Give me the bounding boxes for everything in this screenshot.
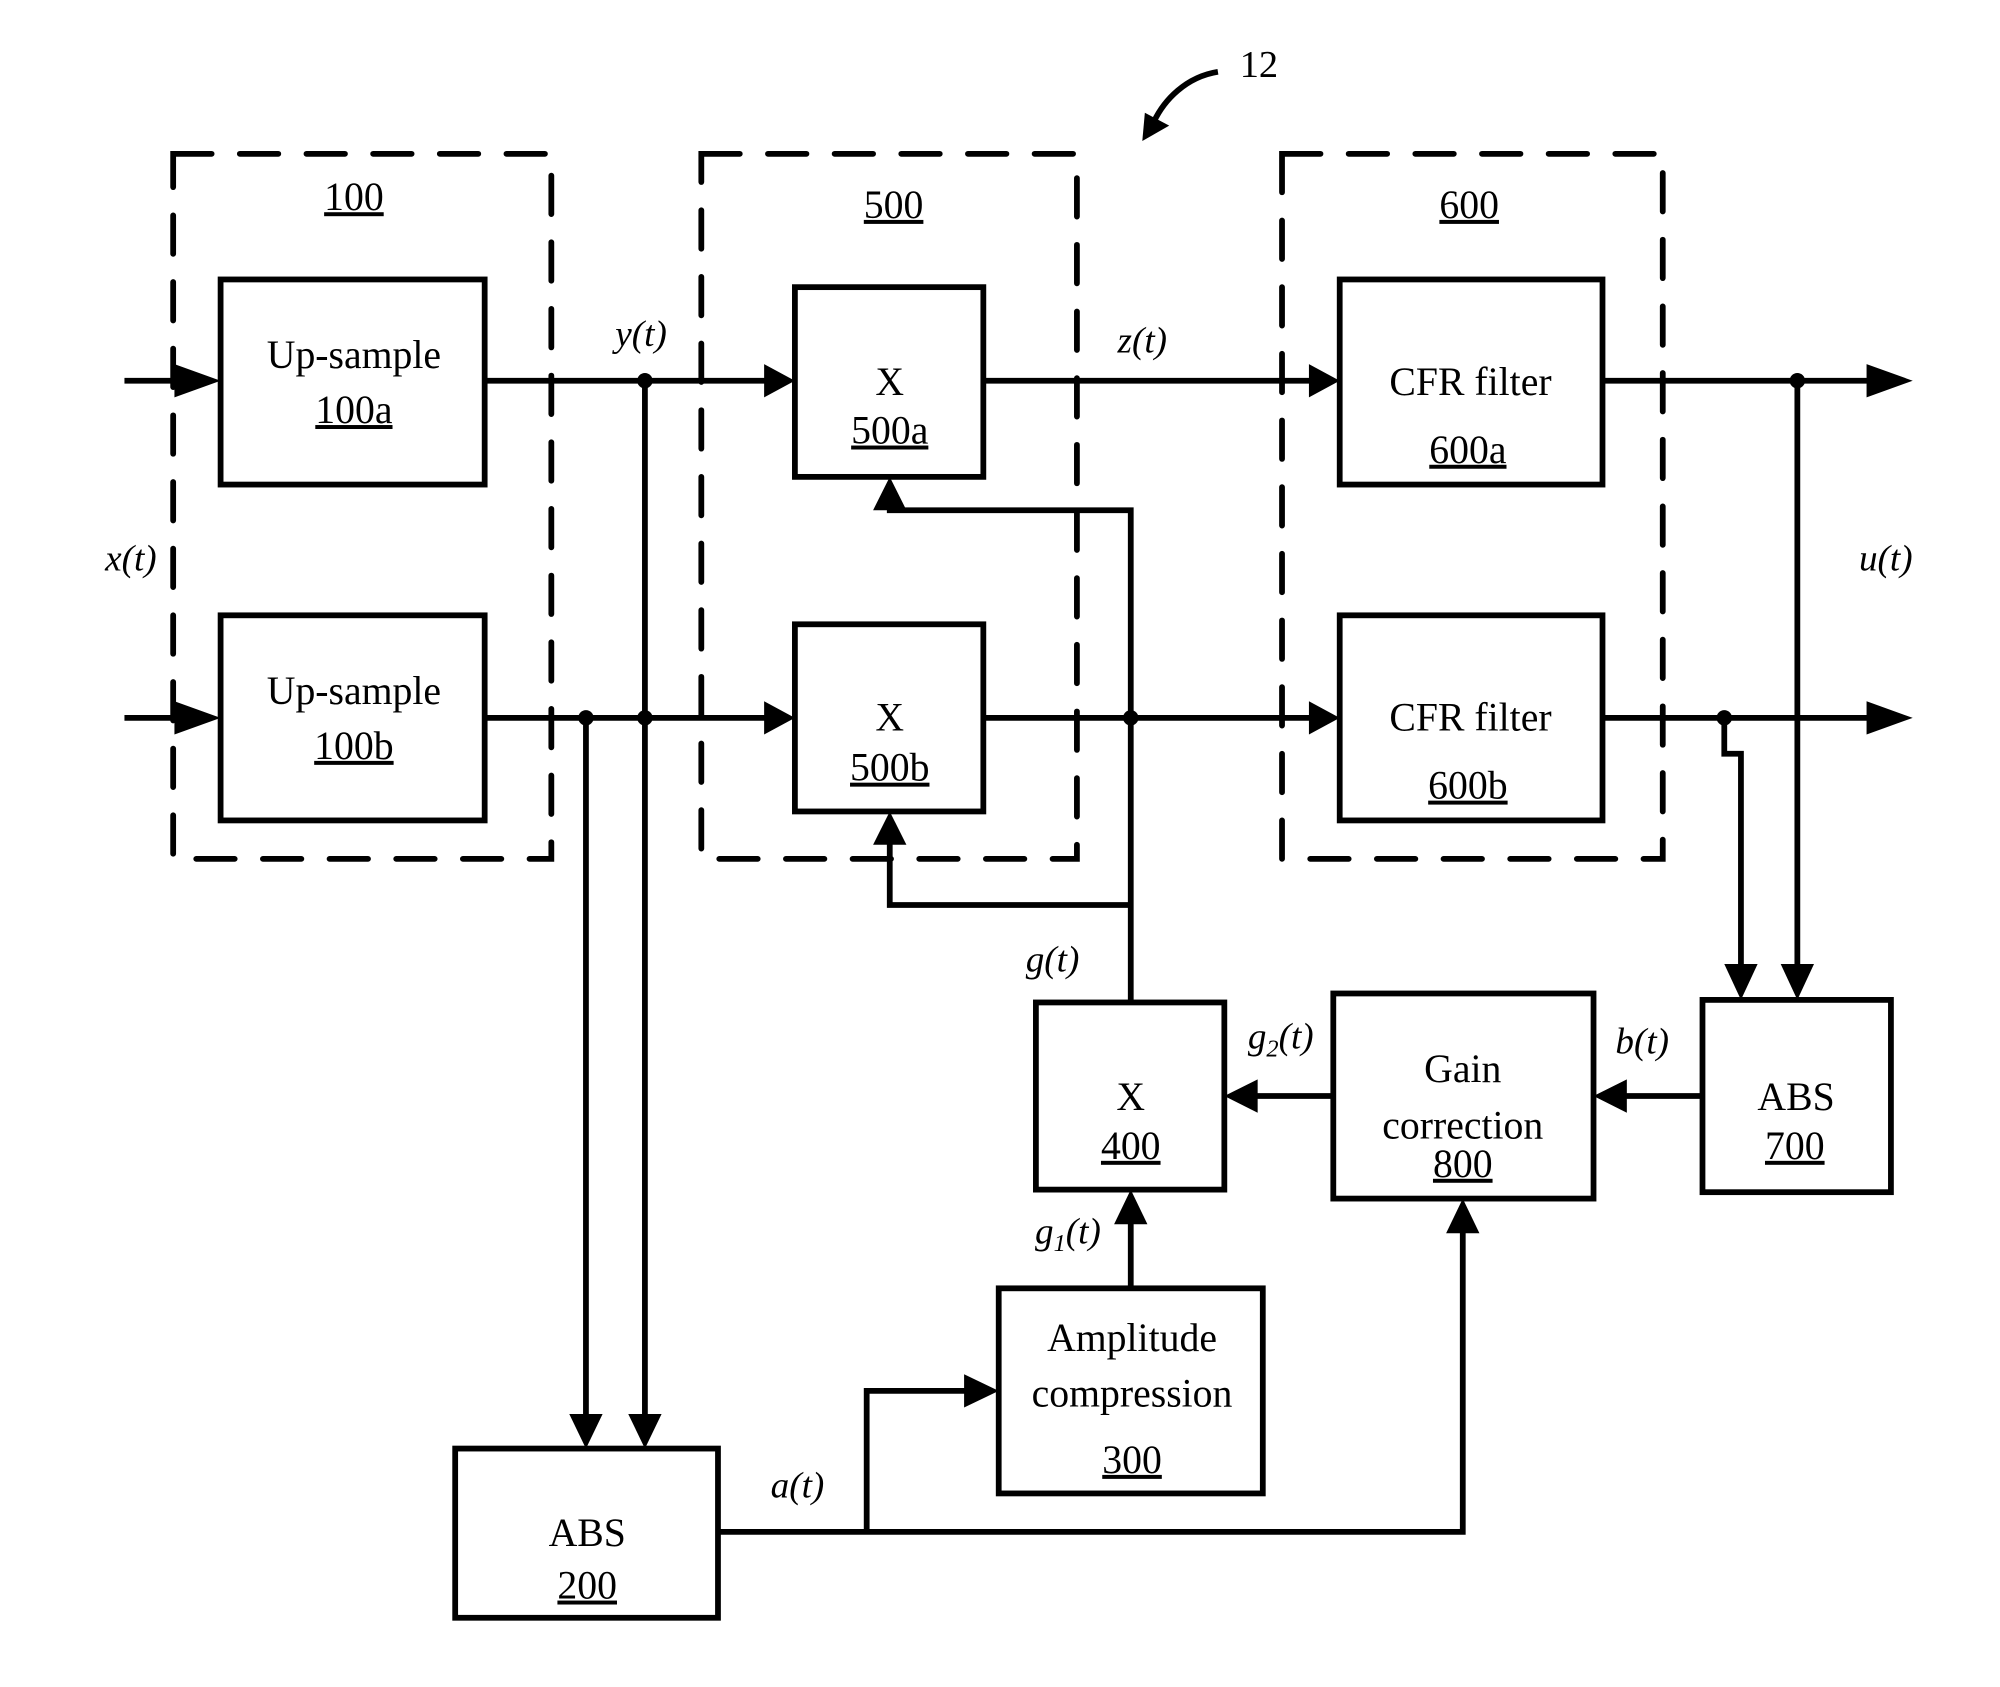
block-abs-700: ABS 700 <box>1699 997 1894 1196</box>
block-ref: 800 <box>1433 1142 1493 1186</box>
arrow-into-compression <box>964 1374 999 1408</box>
arrow-output-bottom <box>1866 701 1913 735</box>
signal-g1-label: g1(t) <box>1035 1211 1101 1257</box>
arrow-into-500a <box>764 364 795 398</box>
arrow-into-abs700-right <box>1780 964 1815 1000</box>
junction-dot <box>1789 373 1806 389</box>
arrow-into-400-side <box>1224 1079 1258 1113</box>
block-title-line2: compression <box>1032 1371 1233 1415</box>
block-ref: 500b <box>850 746 929 790</box>
block-diagram: 12 100 500 600 Up-sample 100a Up-sample … <box>104 44 1913 1621</box>
signal-b-label: b(t) <box>1615 1022 1669 1063</box>
signal-g-label: g(t) <box>1026 940 1080 981</box>
signal-u-label: u(t) <box>1859 538 1913 579</box>
block-cfr-filter-600a: CFR filter 600a <box>1336 276 1606 488</box>
arrow-output-top <box>1866 364 1913 398</box>
block-multiplier-400: X 400 <box>1033 999 1228 1193</box>
group-100-label: 100 <box>324 175 384 219</box>
arrow-into-gain <box>1593 1079 1627 1113</box>
junction-dot <box>1123 710 1139 726</box>
block-multiplier-500a: X 500a <box>792 284 987 480</box>
arrow-into-abs200-left <box>569 1413 603 1449</box>
arrow-into-abs700-left <box>1724 964 1758 1000</box>
junctions <box>578 373 1806 726</box>
block-cfr-filter-600b: CFR filter 600b <box>1336 612 1606 824</box>
block-title-line1: Gain <box>1424 1047 1501 1091</box>
block-ref: 100b <box>314 724 393 768</box>
arrow-into-500a-bottom <box>873 476 907 511</box>
arrow-into-500b-bottom <box>873 811 907 845</box>
arrow-into-500b <box>764 701 795 735</box>
block-ref: 300 <box>1102 1438 1162 1482</box>
block-title-line1: Amplitude <box>1047 1316 1217 1360</box>
junction-dot <box>637 710 653 726</box>
block-ref: 100a <box>315 388 393 432</box>
curved-arrow-icon <box>1151 68 1219 124</box>
block-ref: 200 <box>557 1564 617 1608</box>
block-ref: 700 <box>1765 1124 1825 1168</box>
block-title: CFR filter <box>1389 360 1551 404</box>
block-ref: 500a <box>851 409 929 453</box>
arrow-into-100b <box>174 701 221 735</box>
arrow-into-400-bottom <box>1114 1189 1148 1225</box>
block-title: Up-sample <box>267 669 441 713</box>
block-title: Up-sample <box>267 333 441 377</box>
block-title: X <box>1116 1075 1145 1119</box>
reference-indicator: 12 <box>1142 44 1278 142</box>
block-upsample-100a: Up-sample 100a <box>217 276 488 488</box>
block-amplitude-compression-300: Amplitude compression 300 <box>995 1285 1266 1497</box>
tap-out-bottom-to-abs700 <box>1721 717 1744 980</box>
block-title: ABS <box>549 1511 626 1555</box>
junction-dot <box>637 373 653 389</box>
signal-z-label: z(t) <box>1117 321 1168 362</box>
block-title-line2: correction <box>1382 1103 1543 1147</box>
signal-g2-label: g2(t) <box>1248 1017 1314 1063</box>
block-upsample-100b: Up-sample 100b <box>217 612 488 824</box>
block-ref: 400 <box>1101 1124 1161 1168</box>
block-gain-correction-800: Gain correction 800 <box>1330 990 1597 1202</box>
signal-x-label: x(t) <box>104 538 157 579</box>
group-500-label: 500 <box>864 183 924 227</box>
reference-number: 12 <box>1240 44 1278 86</box>
block-title: X <box>875 360 904 404</box>
block-title: X <box>875 696 904 740</box>
junction-dot <box>578 710 594 726</box>
wire-a-to-compression <box>863 1387 980 1532</box>
block-title: CFR filter <box>1389 696 1551 740</box>
signal-a-label: a(t) <box>771 1465 825 1506</box>
junction-dot <box>1716 710 1732 726</box>
arrow-into-100a <box>174 364 221 398</box>
block-multiplier-500b: X 500b <box>792 621 987 815</box>
group-600-label: 600 <box>1439 183 1499 227</box>
block-ref: 600b <box>1428 764 1507 808</box>
arrow-into-abs200-right <box>628 1413 662 1449</box>
wire-g-to-500b <box>886 833 1131 908</box>
block-abs-200: ABS 200 <box>452 1445 721 1621</box>
arrow-into-600b <box>1308 701 1340 735</box>
arrow-into-600a <box>1308 364 1340 398</box>
signal-y-label: y(t) <box>611 314 667 355</box>
block-ref: 600a <box>1429 428 1507 472</box>
arrow-into-gain-bottom <box>1446 1198 1480 1234</box>
block-title: ABS <box>1757 1075 1834 1119</box>
